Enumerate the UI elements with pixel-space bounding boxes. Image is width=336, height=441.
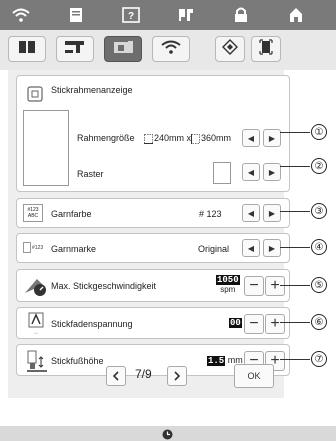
thread-brand-next-button[interactable]: ▶ bbox=[263, 239, 281, 257]
max-speed-plus-button[interactable]: + bbox=[265, 276, 285, 296]
thread-brand-icon-text: #123 bbox=[32, 244, 44, 251]
frame-display-title: Stickrahmenanzeige bbox=[51, 85, 133, 95]
tab-general[interactable] bbox=[8, 36, 46, 62]
help-icon[interactable]: ? bbox=[117, 5, 145, 25]
thread-brand-value: Original bbox=[198, 244, 230, 254]
max-speed-value: 1050 bbox=[216, 275, 240, 285]
grid-next-button[interactable]: ▶ bbox=[263, 163, 281, 181]
foot-height-value: 1.5 bbox=[207, 356, 226, 366]
tension-minus-button[interactable]: − bbox=[244, 314, 264, 334]
foot-height-icon bbox=[25, 349, 49, 373]
settings-tab-bar bbox=[0, 30, 336, 70]
callout-line-7 bbox=[280, 359, 310, 360]
thread-color-next-button[interactable]: ▶ bbox=[263, 204, 281, 222]
callout-4: ④ bbox=[311, 239, 327, 255]
thread-color-label: Garnfarbe bbox=[51, 209, 92, 219]
tab-sewing[interactable] bbox=[56, 36, 94, 62]
home-icon[interactable] bbox=[282, 5, 310, 25]
top-bar: ? bbox=[0, 0, 336, 30]
thread-brand-label: Garnmarke bbox=[51, 244, 97, 254]
page-prev-button[interactable] bbox=[106, 366, 126, 386]
max-speed-panel: Max. Stickgeschwindigkeit 1050 spm − + bbox=[16, 269, 290, 302]
grid-prev-button[interactable]: ◀ bbox=[242, 163, 260, 181]
tab-network[interactable] bbox=[152, 36, 190, 62]
thread-brand-panel: #123 Garnmarke Original ◀ ▶ bbox=[16, 233, 290, 263]
thread-color-icon-bottom: ABC bbox=[27, 213, 39, 219]
tension-icon: ↔ bbox=[25, 312, 47, 336]
tension-value: 00 bbox=[229, 318, 242, 328]
callout-line-4 bbox=[280, 247, 310, 248]
tension-plus-button[interactable]: + bbox=[265, 314, 285, 334]
bottom-bar bbox=[0, 426, 336, 441]
chevron-left-icon bbox=[112, 371, 119, 381]
book-icon bbox=[18, 40, 36, 59]
max-speed-minus-button[interactable]: − bbox=[244, 276, 264, 296]
page-next-button[interactable] bbox=[167, 366, 187, 386]
embroidery-machine-icon bbox=[112, 40, 134, 59]
thread-color-panel: #123 ABC Garnfarbe # 123 ◀ ▶ bbox=[16, 198, 290, 228]
screen-button[interactable] bbox=[251, 36, 281, 62]
wifi-icon[interactable] bbox=[7, 5, 35, 25]
frame-preview bbox=[23, 110, 69, 186]
frame-display-icon bbox=[25, 84, 45, 104]
callout-7: ⑦ bbox=[311, 351, 327, 367]
page-indicator: 7/9 bbox=[135, 367, 152, 381]
ok-button[interactable]: OK bbox=[234, 364, 274, 388]
chevron-right-icon bbox=[174, 371, 181, 381]
clock-icon bbox=[161, 428, 173, 440]
thread-color-icon: #123 ABC bbox=[23, 204, 43, 222]
callout-2: ② bbox=[311, 158, 327, 174]
callout-1: ① bbox=[311, 124, 327, 140]
speed-icon bbox=[23, 275, 47, 297]
callout-6: ⑥ bbox=[311, 314, 327, 330]
max-speed-label: Max. Stickgeschwindigkeit bbox=[51, 281, 157, 291]
callout-line-1 bbox=[280, 132, 310, 133]
frame-size-width: 240mm x bbox=[154, 133, 192, 143]
max-speed-unit: spm bbox=[220, 285, 236, 294]
callout-3: ③ bbox=[311, 203, 327, 219]
grid-preview bbox=[213, 162, 231, 184]
callout-line-2 bbox=[280, 166, 310, 167]
thread-brand-icon: #123 bbox=[23, 242, 43, 253]
callout-line-6 bbox=[280, 322, 310, 323]
frame-height-icon bbox=[190, 133, 200, 144]
tension-panel: ↔ Stickfadenspannung 00 − + bbox=[16, 307, 290, 339]
thread-brand-prev-button[interactable]: ◀ bbox=[242, 239, 260, 257]
frame-size-next-button[interactable]: ▶ bbox=[263, 129, 281, 147]
settings-content: Stickrahmenanzeige Rahmengröße 240mm x 3… bbox=[8, 70, 290, 398]
frame-display-panel: Stickrahmenanzeige Rahmengröße 240mm x 3… bbox=[16, 75, 290, 192]
frame-size-prev-button[interactable]: ◀ bbox=[242, 129, 260, 147]
frame-size-label: Rahmengröße bbox=[77, 133, 135, 143]
diamond-button[interactable] bbox=[215, 36, 245, 62]
screen-icon bbox=[259, 38, 273, 60]
foot-height-label: Stickfußhöhe bbox=[51, 356, 104, 366]
tension-label: Stickfadenspannung bbox=[51, 319, 133, 329]
callout-line-5 bbox=[280, 285, 310, 286]
grid-label: Raster bbox=[77, 169, 104, 179]
page-icon[interactable] bbox=[62, 5, 90, 25]
callout-5: ⑤ bbox=[311, 277, 327, 293]
svg-text:↔: ↔ bbox=[34, 330, 39, 336]
tab-embroidery[interactable] bbox=[104, 36, 142, 62]
svg-text:?: ? bbox=[128, 11, 134, 22]
sewing-machine-icon bbox=[64, 40, 86, 59]
wifi-icon bbox=[161, 40, 181, 59]
callout-line-3 bbox=[280, 211, 310, 212]
lock-icon[interactable] bbox=[227, 5, 255, 25]
diamond-icon bbox=[222, 38, 238, 60]
frame-size-height: 360mm bbox=[201, 133, 232, 143]
frame-width-icon bbox=[143, 133, 153, 144]
max-speed-readout: 1050 spm bbox=[216, 275, 240, 294]
embroidery-icon[interactable] bbox=[172, 5, 200, 25]
thread-color-value: # 123 bbox=[199, 209, 222, 219]
thread-color-prev-button[interactable]: ◀ bbox=[242, 204, 260, 222]
